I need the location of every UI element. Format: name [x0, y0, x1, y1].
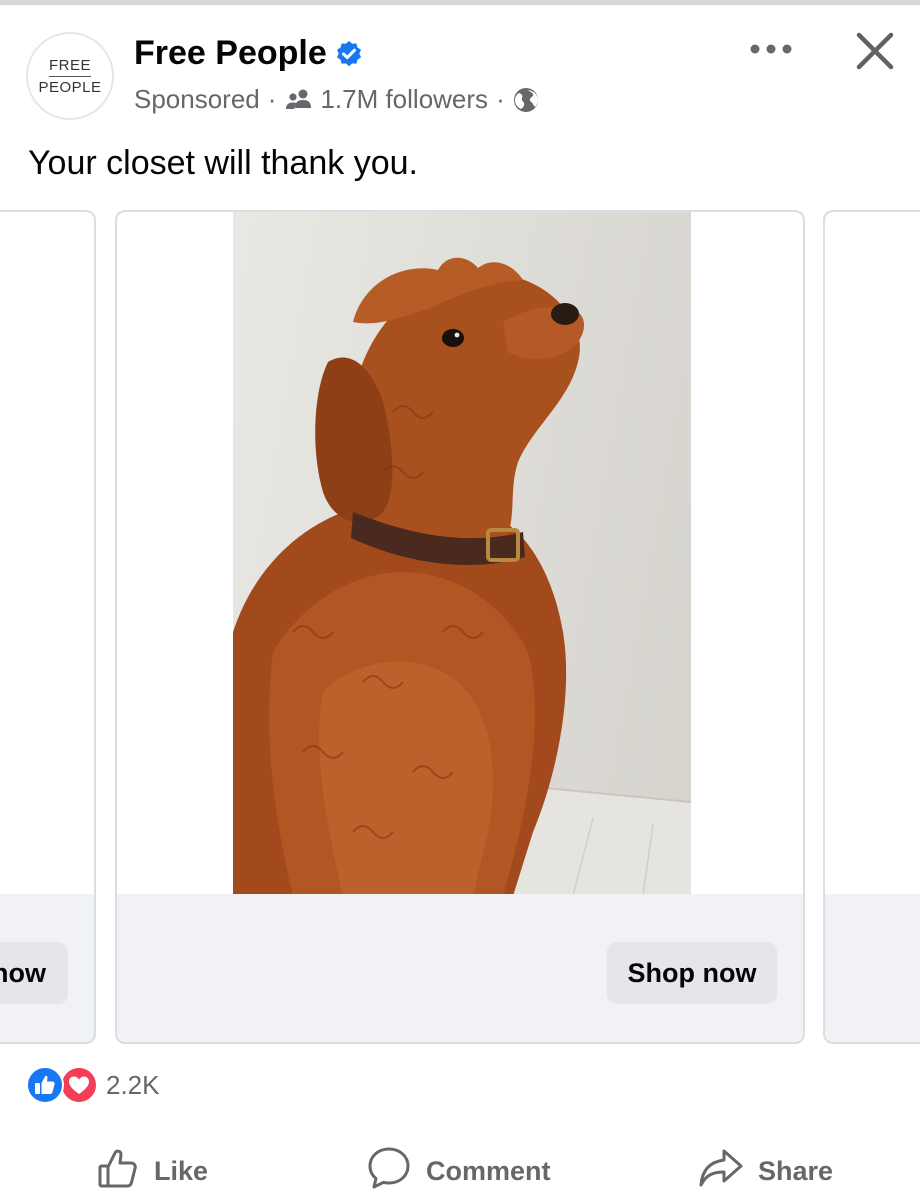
post-caption: Your closet will thank you.: [28, 144, 418, 182]
globe-icon: [513, 87, 539, 113]
page-avatar[interactable]: FREE PEOPLE: [26, 32, 114, 120]
reaction-count: 2.2K: [106, 1069, 160, 1100]
shop-now-button[interactable]: Shop now: [607, 942, 777, 1004]
product-photo-dog[interactable]: [233, 212, 691, 896]
page-name-link[interactable]: Free People: [134, 34, 327, 73]
like-button[interactable]: Like: [96, 1146, 208, 1196]
meta-separator-2: ·: [496, 84, 505, 114]
thumbs-up-reaction-icon: [26, 1066, 64, 1109]
meta-separator: ·: [267, 84, 277, 114]
comment-label: Comment: [426, 1155, 551, 1186]
comment-bubble-icon: [366, 1145, 426, 1198]
sponsored-label: Sponsored: [134, 84, 260, 114]
verified-badge-icon: [335, 40, 363, 68]
carousel-card-previous[interactable]: now: [0, 210, 96, 1044]
close-icon[interactable]: [850, 26, 900, 76]
comment-button[interactable]: Comment: [366, 1146, 551, 1196]
avatar-logo-line2: PEOPLE: [38, 78, 102, 96]
reaction-icons: [26, 1066, 100, 1104]
heart-reaction-icon: [60, 1066, 98, 1109]
share-arrow-icon: [698, 1147, 758, 1196]
avatar-logo-line1: FREE: [48, 57, 91, 77]
people-icon: [284, 88, 314, 112]
share-label: Share: [758, 1155, 834, 1186]
top-divider: [0, 0, 920, 5]
carousel-card-next[interactable]: [823, 210, 920, 1044]
thumbs-up-icon: [96, 1146, 154, 1197]
card-footer: [825, 894, 920, 1042]
post-meta: Sponsored · 1.7M followers ·: [134, 84, 539, 115]
more-options-icon[interactable]: [746, 36, 796, 62]
shop-now-button-previous[interactable]: now: [0, 942, 68, 1004]
reaction-summary[interactable]: 2.2K: [26, 1066, 160, 1104]
page-name-row: Free People: [134, 34, 363, 73]
followers-count[interactable]: 1.7M followers: [320, 84, 488, 115]
share-button[interactable]: Share: [698, 1146, 833, 1196]
like-label: Like: [154, 1155, 209, 1186]
carousel-card-main[interactable]: Shop now: [115, 210, 805, 1044]
